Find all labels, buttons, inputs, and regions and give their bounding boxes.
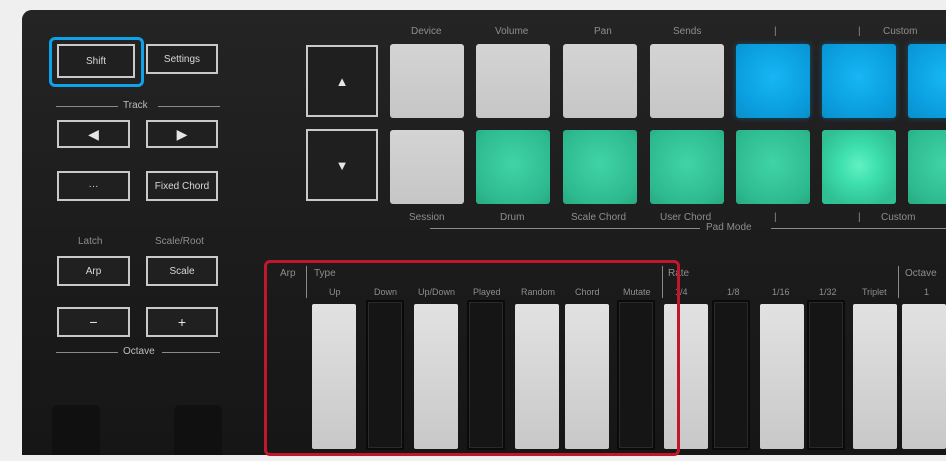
pad-mode-rule-left [430, 228, 700, 229]
minus-icon: − [89, 314, 98, 330]
bottom-label-custom: Custom [881, 212, 916, 223]
octave-rule-right [162, 352, 220, 353]
track-rule-right [158, 106, 220, 107]
track-label: Track [123, 100, 148, 111]
track-right-button[interactable]: ▶ [146, 120, 218, 148]
fixed-chord-button[interactable]: Fixed Chord [146, 171, 218, 201]
bottom-label-drum: Drum [500, 212, 525, 223]
track-rule-left [56, 106, 118, 107]
shift-highlight [49, 37, 144, 87]
key-label-sixteenth: 1/16 [772, 287, 790, 297]
pad-mode-rule-right [771, 228, 946, 229]
scale-root-label: Scale/Root [155, 236, 204, 247]
settings-button[interactable]: Settings [146, 44, 218, 74]
black-key-4[interactable] [712, 300, 750, 450]
latch-label: Latch [78, 236, 103, 247]
pad-bottom-6[interactable] [822, 130, 896, 204]
octave-divider [898, 266, 899, 298]
bottom-label-divider-2: | [858, 212, 861, 223]
pad-down-button[interactable]: ▼ [306, 129, 378, 201]
down-arrow-icon: ▼ [335, 157, 349, 173]
pad-top-5[interactable] [736, 44, 810, 118]
pad-up-button[interactable]: ▲ [306, 45, 378, 117]
bottom-label-divider-1: | [774, 212, 777, 223]
pitch-wheel[interactable] [52, 405, 100, 455]
key-label-thirty-second: 1/32 [819, 287, 837, 297]
top-label-pan: Pan [594, 26, 612, 37]
pad-bottom-4[interactable] [650, 130, 724, 204]
arp-button[interactable]: Arp [57, 256, 130, 286]
plus-icon: + [177, 314, 187, 330]
octave-label: Octave [123, 346, 155, 357]
top-label-sends: Sends [673, 26, 702, 37]
pad-top-7[interactable] [908, 44, 946, 118]
bottom-label-session: Session [409, 212, 445, 223]
top-label-divider-1: | [774, 26, 777, 37]
white-key-7[interactable] [853, 304, 897, 449]
mod-wheel[interactable] [174, 405, 222, 455]
octave-down-button[interactable]: − [57, 307, 130, 337]
dots-button[interactable]: ··· [57, 171, 130, 201]
pad-bottom-5[interactable] [736, 130, 810, 204]
dots-icon: ··· [88, 180, 99, 192]
white-key-6[interactable] [760, 304, 804, 449]
key-label-triplet: Triplet [862, 287, 887, 297]
top-label-custom: Custom [883, 26, 918, 37]
bottom-label-scale-chord: Scale Chord [571, 212, 627, 223]
top-label-device: Device [411, 26, 442, 37]
pad-top-6[interactable] [822, 44, 896, 118]
arp-octave-label: Octave [905, 268, 937, 279]
octave-rule-left [56, 352, 118, 353]
scale-button[interactable]: Scale [146, 256, 218, 286]
left-arrow-icon: ◀ [88, 125, 99, 142]
top-label-divider-2: | [858, 26, 861, 37]
octave-up-button[interactable]: + [146, 307, 218, 337]
key-label-eighth: 1/8 [727, 287, 740, 297]
fixed-chord-label: Fixed Chord [154, 180, 210, 192]
settings-label: Settings [163, 53, 201, 65]
pad-bottom-1[interactable] [390, 130, 464, 204]
pad-top-1[interactable] [390, 44, 464, 118]
scale-button-label: Scale [169, 265, 195, 277]
up-arrow-icon: ▲ [335, 73, 349, 89]
track-left-button[interactable]: ◀ [57, 120, 130, 148]
pad-bottom-7[interactable] [908, 130, 946, 204]
black-key-5[interactable] [807, 300, 845, 450]
octave-value-label: 1 [924, 287, 930, 297]
pad-bottom-2[interactable] [476, 130, 550, 204]
pad-top-2[interactable] [476, 44, 550, 118]
bottom-label-user-chord: User Chord [660, 212, 712, 223]
pad-top-3[interactable] [563, 44, 637, 118]
arp-type-highlight [264, 260, 680, 456]
pad-top-4[interactable] [650, 44, 724, 118]
white-key-8[interactable] [902, 304, 946, 449]
top-label-volume: Volume [495, 26, 529, 37]
right-arrow-icon: ▶ [176, 125, 188, 142]
pad-mode-label: Pad Mode [706, 222, 752, 233]
pad-bottom-3[interactable] [563, 130, 637, 204]
arp-button-label: Arp [85, 265, 102, 277]
